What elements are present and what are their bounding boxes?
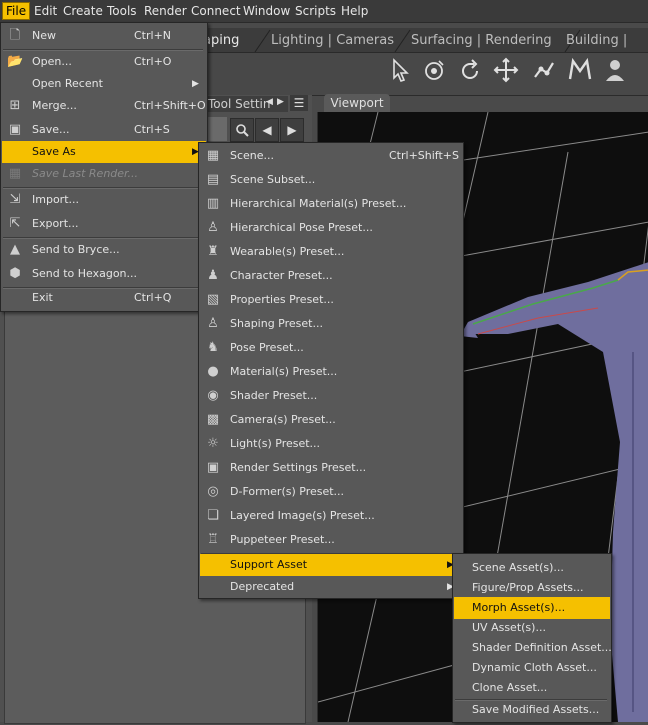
- material-sphere-icon: ●: [207, 364, 219, 379]
- menu-tools[interactable]: Tools: [107, 3, 137, 19]
- menu-connect[interactable]: Connect: [191, 3, 241, 19]
- menu-item-exit[interactable]: Exit Ctrl+Q: [2, 287, 206, 309]
- translate-icon[interactable]: [492, 57, 520, 87]
- menu-item-pose-preset[interactable]: ♞ Pose Preset...: [200, 337, 462, 359]
- rotate-icon[interactable]: [456, 57, 484, 87]
- magnify-icon[interactable]: [230, 118, 254, 142]
- menu-edit[interactable]: Edit: [34, 3, 57, 19]
- menu-item-import[interactable]: ⇲ Import...: [2, 189, 206, 211]
- universal-rotate-icon[interactable]: [420, 57, 448, 87]
- menu-item-send-to-bryce[interactable]: ▲ Send to Bryce...: [2, 239, 206, 261]
- shaping-preset-icon: ♙: [207, 316, 219, 331]
- menu-item-puppeteer-preset[interactable]: ♖ Puppeteer Preset...: [200, 529, 462, 551]
- file-menu: 🗋 New Ctrl+N 📂 Open... Ctrl+O Open Recen…: [0, 22, 208, 312]
- shader-preset-icon: ◉: [207, 388, 219, 403]
- menu-file[interactable]: File: [1, 2, 31, 20]
- menu-item-properties-preset[interactable]: ▧ Properties Preset...: [200, 289, 462, 311]
- tab-lighting-cameras[interactable]: Lighting | Cameras: [271, 30, 394, 52]
- menu-item-character-preset[interactable]: ♟ Character Preset...: [200, 265, 462, 287]
- menu-item-uv-assets[interactable]: UV Asset(s)...: [454, 617, 610, 639]
- render-icon: ▦: [8, 166, 22, 181]
- menu-item-render-settings-preset[interactable]: ▣ Render Settings Preset...: [200, 457, 462, 479]
- menu-item-save[interactable]: ▣ Save... Ctrl+S: [2, 119, 206, 141]
- wearable-preset-icon: ♜: [207, 244, 219, 259]
- menu-item-open-recent[interactable]: Open Recent ▶: [2, 73, 206, 95]
- menu-item-scene[interactable]: ▦ Scene... Ctrl+Shift+S: [200, 145, 462, 167]
- menu-item-materials-preset[interactable]: ● Material(s) Preset...: [200, 361, 462, 383]
- menu-render[interactable]: Render: [144, 3, 187, 19]
- export-icon: ⇱: [9, 216, 21, 231]
- submenu-arrow-icon: ▶: [192, 79, 199, 89]
- menu-item-figure-prop-assets[interactable]: Figure/Prop Assets...: [454, 577, 610, 599]
- import-icon: ⇲: [9, 192, 21, 207]
- menu-item-scene-subset[interactable]: ▤ Scene Subset...: [200, 169, 462, 191]
- support-asset-menu: Scene Asset(s)... Figure/Prop Assets... …: [452, 553, 612, 723]
- save-icon: ▣: [8, 122, 22, 137]
- tab-surfacing-rendering[interactable]: Surfacing | Rendering: [411, 30, 552, 52]
- menu-item-hierarchical-material-preset[interactable]: ▥ Hierarchical Material(s) Preset...: [200, 193, 462, 215]
- menu-item-scene-assets[interactable]: Scene Asset(s)...: [454, 557, 610, 579]
- dformer-icon: ◎: [207, 484, 219, 499]
- menu-item-save-as[interactable]: Save As ▶: [2, 141, 206, 163]
- forward-arrow-icon[interactable]: ▶: [280, 118, 304, 142]
- joint-editor-icon[interactable]: [530, 57, 558, 87]
- menu-help[interactable]: Help: [341, 3, 368, 19]
- tab-scroll-right-icon[interactable]: ▶: [277, 97, 284, 107]
- menu-item-clone-asset[interactable]: Clone Asset...: [454, 677, 610, 699]
- menu-bar: File Edit Create Tools Render Connect Wi…: [0, 0, 648, 23]
- layered-image-icon: ❏: [207, 508, 219, 523]
- tool-settings-tab[interactable]: Tool Settin: [205, 96, 288, 112]
- open-folder-icon: 📂: [7, 54, 24, 69]
- merge-icon: ⊞: [9, 98, 21, 113]
- figure-icon[interactable]: [602, 57, 630, 87]
- menu-item-cameras-preset[interactable]: ▩ Camera(s) Preset...: [200, 409, 462, 431]
- menu-item-shaping-preset[interactable]: ♙ Shaping Preset...: [200, 313, 462, 335]
- menu-item-open[interactable]: 📂 Open... Ctrl+O: [2, 51, 206, 73]
- scene-preset-icon: ▦: [206, 148, 220, 163]
- menu-item-dformers-preset[interactable]: ◎ D-Former(s) Preset...: [200, 481, 462, 503]
- camera-preset-icon: ▩: [206, 412, 220, 427]
- material-preset-icon: ▥: [206, 196, 220, 211]
- tab-building[interactable]: Building | Scri: [566, 30, 648, 70]
- menu-scripts[interactable]: Scripts: [295, 3, 336, 19]
- menu-item-save-modified-assets[interactable]: Save Modified Assets...: [454, 699, 610, 721]
- render-settings-icon: ▣: [206, 460, 220, 475]
- search-field[interactable]: [205, 117, 227, 141]
- pose-icon: ♞: [207, 340, 219, 355]
- hexagon-icon: ⬢: [9, 266, 21, 281]
- menu-item-dynamic-cloth-asset[interactable]: Dynamic Cloth Asset...: [454, 657, 610, 679]
- bryce-icon: ▲: [10, 242, 20, 257]
- menu-item-lights-preset[interactable]: ☼ Light(s) Preset...: [200, 433, 462, 455]
- menu-create[interactable]: Create: [63, 3, 103, 19]
- menu-item-layered-images-preset[interactable]: ❏ Layered Image(s) Preset...: [200, 505, 462, 527]
- pose-preset-icon: ♙: [207, 220, 219, 235]
- menu-item-save-last-render: ▦ Save Last Render...: [8, 166, 139, 181]
- scene-subset-icon: ▤: [206, 172, 220, 187]
- puppeteer-icon: ♖: [207, 532, 219, 547]
- menu-item-wearables-preset[interactable]: ♜ Wearable(s) Preset...: [200, 241, 462, 263]
- panel-menu-icon[interactable]: ☰: [290, 95, 308, 111]
- light-bulb-icon: ☼: [207, 436, 219, 451]
- new-file-icon: 🗋: [9, 28, 21, 43]
- character-preset-icon: ♟: [207, 268, 219, 283]
- menu-item-hierarchical-pose-preset[interactable]: ♙ Hierarchical Pose Preset...: [200, 217, 462, 239]
- menu-item-export[interactable]: ⇱ Export...: [2, 213, 206, 235]
- properties-preset-icon: ▧: [206, 292, 220, 307]
- morph-icon[interactable]: [566, 57, 594, 87]
- menu-item-deprecated[interactable]: Deprecated ▶: [200, 576, 462, 598]
- menu-item-send-to-hexagon[interactable]: ⬢ Send to Hexagon...: [2, 263, 206, 285]
- menu-item-shader-definition-asset[interactable]: Shader Definition Asset...: [454, 637, 612, 659]
- viewport-tab[interactable]: Viewport: [324, 94, 390, 112]
- tab-shaping[interactable]: aping: [203, 30, 239, 52]
- back-arrow-icon[interactable]: ◀: [255, 118, 279, 142]
- menu-item-morph-assets[interactable]: Morph Asset(s)...: [454, 597, 610, 619]
- menu-item-merge[interactable]: ⊞ Merge... Ctrl+Shift+O: [2, 95, 206, 117]
- save-as-menu: ▦ Scene... Ctrl+Shift+S ▤ Scene Subset..…: [198, 142, 464, 599]
- pointer-icon[interactable]: [386, 57, 414, 87]
- menu-item-shader-preset[interactable]: ◉ Shader Preset...: [200, 385, 462, 407]
- menu-item-support-asset[interactable]: Support Asset ▶: [200, 554, 462, 576]
- menu-window[interactable]: Window: [243, 3, 290, 19]
- tab-scroll-left-icon[interactable]: ◀: [266, 97, 273, 107]
- menu-item-new[interactable]: 🗋 New Ctrl+N: [2, 25, 206, 47]
